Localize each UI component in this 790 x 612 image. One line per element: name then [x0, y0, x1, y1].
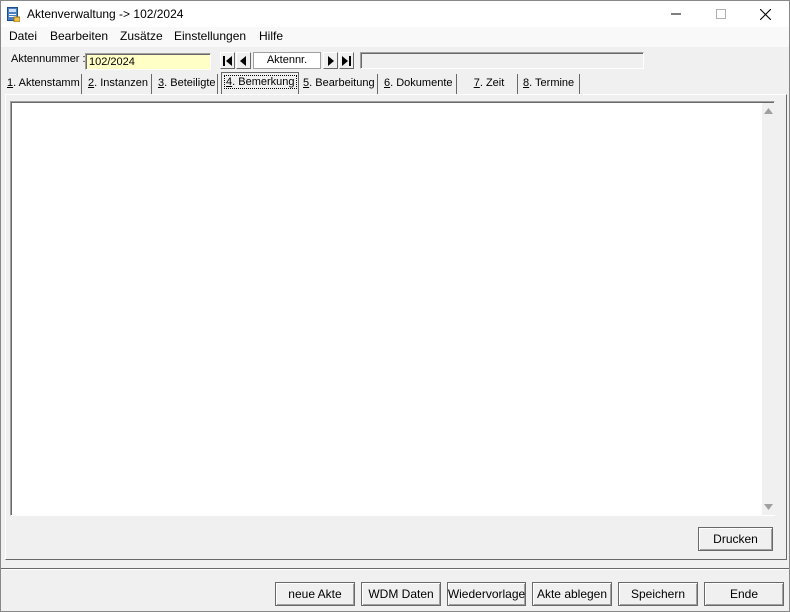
record-field-label[interactable]: Aktennr.: [253, 52, 321, 69]
minimize-button[interactable]: [653, 1, 698, 27]
wdm-daten-button[interactable]: WDM Daten: [361, 582, 441, 606]
record-navigation-bar: Aktennummer : Aktennr.: [1, 47, 789, 75]
scroll-down-icon: [764, 504, 773, 510]
speichern-button[interactable]: Speichern: [618, 582, 698, 606]
maximize-icon: [715, 9, 726, 19]
last-record-button[interactable]: [339, 52, 354, 69]
aktennummer-input[interactable]: [85, 53, 211, 70]
menu-einstellungen[interactable]: Einstellungen: [173, 29, 247, 43]
last-record-icon: [342, 55, 351, 66]
tab-bemerkung-label: . Bemerkung: [232, 76, 295, 88]
tab-bearbeitung[interactable]: 5. Bearbeitung: [301, 74, 378, 94]
menu-hilfe[interactable]: Hilfe: [258, 29, 284, 43]
tab-dokumente-label: . Dokumente: [390, 77, 453, 89]
maximize-button[interactable]: [698, 1, 743, 27]
drucken-button[interactable]: Drucken: [698, 527, 773, 551]
next-record-button[interactable]: [323, 52, 338, 69]
tab-termine[interactable]: 8. Termine: [521, 74, 580, 94]
record-status-field: [360, 52, 644, 69]
wiedervorlage-button[interactable]: Wiedervorlage: [447, 582, 526, 606]
neue-akte-button[interactable]: neue Akte: [275, 582, 355, 606]
scroll-up-icon: [764, 108, 773, 114]
menu-datei[interactable]: Datei: [8, 29, 38, 43]
first-record-button[interactable]: [220, 52, 235, 69]
menu-zusaetze[interactable]: Zusätze: [119, 29, 164, 43]
window-title: Aktenverwaltung -> 102/2024: [27, 7, 184, 21]
tab-bemerkung[interactable]: 4. Bemerkung: [221, 72, 299, 94]
tab-aktenstamm[interactable]: 1. Aktenstamm: [5, 74, 82, 94]
tab-instanzen[interactable]: 2. Instanzen: [86, 74, 152, 94]
tab-dokumente[interactable]: 6. Dokumente: [382, 74, 457, 94]
next-record-icon: [328, 55, 334, 66]
tab-beteiligte[interactable]: 3. Beteiligte: [156, 74, 218, 94]
menu-bearbeiten[interactable]: Bearbeiten: [49, 29, 109, 43]
bemerkung-memo[interactable]: [10, 101, 775, 516]
tab-termine-label: . Termine: [529, 77, 575, 89]
tab-zeit[interactable]: 7. Zeit: [461, 74, 518, 94]
ende-button[interactable]: Ende: [704, 582, 784, 606]
bemerkung-panel: Drucken: [5, 94, 787, 560]
app-icon: [7, 7, 21, 23]
title-bar: Aktenverwaltung -> 102/2024: [1, 1, 789, 27]
previous-record-button[interactable]: [236, 52, 251, 69]
close-icon: [760, 8, 771, 20]
minimize-icon: [670, 13, 681, 15]
tab-bemerkung-focus: 4. Bemerkung: [224, 75, 297, 89]
tab-instanzen-label: . Instanzen: [94, 77, 148, 89]
footer-divider-highlight: [1, 569, 789, 570]
tab-zeit-label: . Zeit: [479, 77, 505, 89]
first-record-icon: [223, 55, 232, 66]
aktennummer-label: Aktennummer :: [11, 53, 86, 65]
tab-beteiligte-label: . Beteiligte: [164, 77, 216, 89]
scroll-up-button[interactable]: [762, 105, 775, 117]
tab-bearbeitung-label: . Bearbeitung: [309, 77, 375, 89]
tab-aktenstamm-label: . Aktenstamm: [13, 77, 80, 89]
application-window: Aktenverwaltung -> 102/2024 Datei Bearbe…: [0, 0, 790, 612]
tab-strip: 1. Aktenstamm 2. Instanzen 3. Beteiligte…: [1, 72, 789, 95]
memo-vertical-scrollbar[interactable]: [762, 103, 775, 515]
menu-bar: Datei Bearbeiten Zusätze Einstellungen H…: [1, 27, 789, 47]
close-button[interactable]: [743, 1, 788, 27]
previous-record-icon: [240, 55, 246, 66]
scroll-down-button[interactable]: [762, 501, 775, 513]
akte-ablegen-button[interactable]: Akte ablegen: [532, 582, 612, 606]
